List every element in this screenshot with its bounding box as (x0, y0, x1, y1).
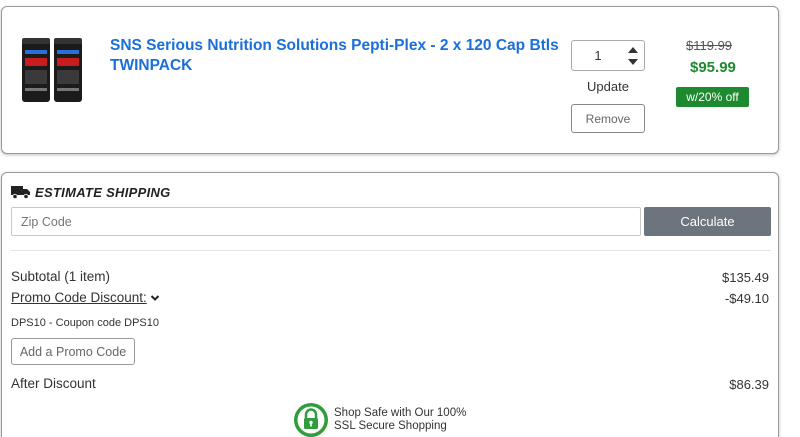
shipping-header: ESTIMATE SHIPPING (11, 183, 171, 201)
product-title-link[interactable]: SNS Serious Nutrition Solutions Pepti-Pl… (110, 36, 560, 76)
cart-item-card: SNS Serious Nutrition Solutions Pepti-Pl… (1, 6, 779, 154)
add-promo-code-button[interactable]: Add a Promo Code (11, 338, 135, 365)
truck-icon (11, 186, 30, 199)
promo-discount-toggle[interactable]: Promo Code Discount: (11, 290, 160, 305)
subtotal-value: $135.49 (722, 270, 769, 285)
subtotal-label: Subtotal (1 item) (11, 269, 111, 284)
sale-price: $95.99 (690, 59, 736, 76)
shipping-summary-card: ESTIMATE SHIPPING Calculate Subtotal (1 … (1, 172, 779, 437)
quantity-stepper[interactable]: 1 (571, 40, 645, 71)
secure-line-2: SSL Secure Shopping (334, 420, 447, 432)
ssl-secure-badge: Shop Safe with Our 100% SSL Secure Shopp… (293, 402, 466, 437)
coupon-note: DPS10 - Coupon code DPS10 (11, 317, 159, 329)
spinner-up-icon[interactable] (626, 44, 640, 56)
update-link[interactable]: Update (587, 79, 629, 94)
secure-line-1: Shop Safe with Our 100% (334, 407, 467, 419)
after-discount-value: $86.39 (729, 377, 769, 392)
lock-icon (294, 403, 328, 437)
spinner-down-icon[interactable] (626, 56, 640, 68)
discount-badge: w/20% off (676, 87, 749, 107)
product-image[interactable] (20, 34, 84, 106)
chevron-down-icon[interactable] (150, 294, 160, 302)
original-price: $119.99 (686, 38, 733, 53)
remove-button[interactable]: Remove (571, 104, 645, 133)
after-discount-label: After Discount (11, 376, 96, 391)
promo-discount-value: -$49.10 (724, 291, 769, 306)
zip-code-input[interactable] (11, 207, 641, 236)
quantity-value[interactable]: 1 (572, 41, 624, 70)
promo-discount-label[interactable]: Promo Code Discount: (11, 290, 147, 305)
shipping-title: ESTIMATE SHIPPING (35, 184, 171, 200)
divider (11, 250, 771, 251)
calculate-button[interactable]: Calculate (644, 207, 771, 236)
